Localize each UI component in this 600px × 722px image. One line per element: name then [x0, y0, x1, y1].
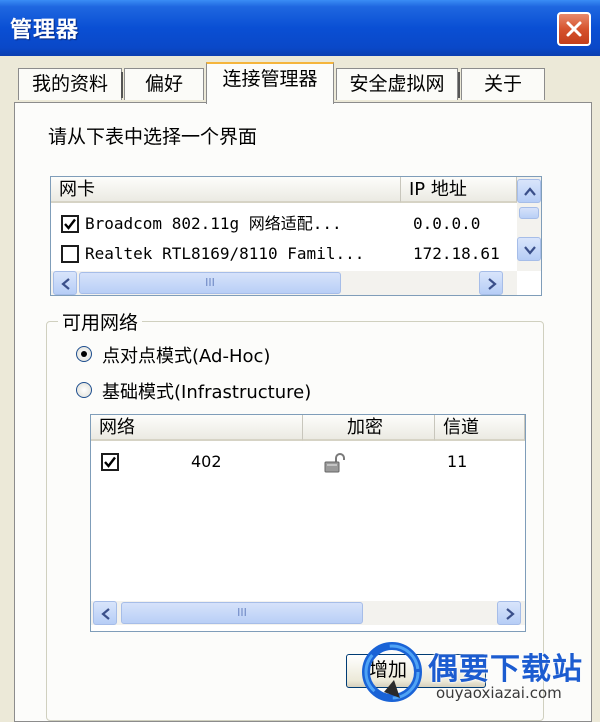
- scroll-up-button[interactable]: [517, 179, 541, 203]
- scroll-right-button[interactable]: [479, 271, 503, 295]
- tab-secure-vpn[interactable]: 安全虚拟网: [336, 68, 458, 100]
- adapter-vertical-scrollbar[interactable]: [517, 177, 541, 271]
- adapter-checkbox[interactable]: [61, 245, 79, 263]
- tab-connection-manager[interactable]: 连接管理器: [206, 62, 334, 104]
- adapter-ip: 0.0.0.0: [413, 214, 481, 233]
- title-bar: 管理器: [0, 0, 600, 56]
- network-checkbox[interactable]: [101, 453, 119, 471]
- checkmark-icon: [104, 456, 116, 468]
- adapter-name: Realtek RTL8169/8110 Famil...: [85, 244, 365, 263]
- tab-separator: [121, 72, 123, 98]
- tab-about[interactable]: 关于: [461, 68, 545, 100]
- radio-adhoc[interactable]: [76, 346, 92, 362]
- adapter-checkbox[interactable]: [61, 215, 79, 233]
- watermark-logo: [362, 642, 422, 702]
- column-header-encryption[interactable]: 加密: [303, 415, 435, 441]
- scroll-thumb[interactable]: III: [79, 272, 341, 294]
- column-header-network[interactable]: 网络: [91, 415, 303, 441]
- network-name: 402: [191, 452, 222, 471]
- close-button[interactable]: [557, 12, 591, 46]
- radio-label-adhoc[interactable]: 点对点模式(Ad-Hoc): [102, 342, 270, 368]
- watermark-title: 偶要下载站: [428, 652, 583, 687]
- scroll-grip: III: [237, 606, 247, 619]
- column-header-ip[interactable]: IP 地址: [401, 177, 517, 203]
- chevron-down-icon: [524, 246, 536, 255]
- scroll-thumb[interactable]: III: [121, 602, 363, 624]
- tab-preferences[interactable]: 偏好: [124, 68, 204, 100]
- chevron-left-icon: [101, 608, 110, 620]
- instruction-text: 请从下表中选择一个界面: [48, 126, 258, 148]
- scroll-left-button[interactable]: [53, 271, 77, 295]
- unlocked-padlock-icon: [323, 453, 349, 473]
- network-list[interactable]: 网络 加密 信道 402 11 III: [90, 414, 526, 632]
- list-item[interactable]: 402 11: [91, 447, 525, 477]
- scroll-left-button[interactable]: [93, 601, 117, 625]
- adapter-ip: 172.18.61: [413, 244, 500, 263]
- chevron-right-icon: [506, 608, 515, 620]
- column-header-channel[interactable]: 信道: [435, 415, 525, 441]
- radio-label-infrastructure[interactable]: 基础模式(Infrastructure): [102, 378, 311, 404]
- chevron-up-icon: [524, 187, 536, 196]
- tab-separator: [458, 72, 460, 98]
- chevron-right-icon: [488, 278, 497, 290]
- radio-selected-dot: [81, 351, 87, 357]
- adapter-list[interactable]: 网卡 IP 地址 Broadcom 802.11g 网络适配... 0.0.0.…: [50, 176, 542, 296]
- checkmark-icon: [64, 218, 76, 230]
- watermark-url: ouyaoxiazai.com: [436, 684, 562, 702]
- list-item[interactable]: Realtek RTL8169/8110 Famil... 172.18.61: [51, 239, 517, 269]
- close-icon: [566, 21, 582, 37]
- scroll-grip: III: [205, 276, 215, 289]
- scroll-down-button[interactable]: [517, 237, 541, 261]
- radio-infrastructure[interactable]: [76, 382, 92, 398]
- tab-my-profile[interactable]: 我的资料: [18, 68, 122, 100]
- group-label: 可用网络: [58, 308, 143, 335]
- chevron-left-icon: [61, 278, 70, 290]
- scroll-right-button[interactable]: [497, 601, 521, 625]
- scroll-thumb[interactable]: [519, 207, 539, 219]
- adapter-name: Broadcom 802.11g 网络适配...: [85, 214, 342, 233]
- window-title: 管理器: [10, 18, 80, 43]
- adapter-horizontal-scrollbar[interactable]: III: [51, 271, 517, 295]
- column-header-adapter[interactable]: 网卡: [51, 177, 401, 203]
- network-channel: 11: [447, 452, 468, 471]
- network-horizontal-scrollbar[interactable]: III: [91, 601, 525, 625]
- list-item[interactable]: Broadcom 802.11g 网络适配... 0.0.0.0: [51, 209, 517, 239]
